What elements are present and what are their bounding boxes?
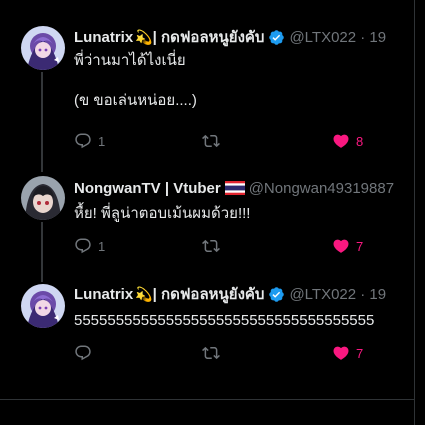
avatar[interactable] bbox=[21, 176, 65, 220]
verified-badge-icon bbox=[269, 29, 285, 45]
reply-count: 1 bbox=[98, 238, 106, 254]
display-name[interactable]: Lunatrix bbox=[74, 29, 133, 46]
display-name-suffix[interactable]: | กดฟอลหนูยังคับ bbox=[153, 25, 265, 49]
timeline-border bbox=[414, 0, 415, 425]
reply-button[interactable]: 1 bbox=[74, 132, 105, 150]
heart-icon bbox=[333, 346, 349, 360]
like-button[interactable]: 8 bbox=[332, 132, 363, 150]
tweet-text: 555555555555555555555555555555555555 bbox=[74, 312, 375, 329]
retweet-icon bbox=[202, 134, 220, 148]
reply-icon bbox=[75, 133, 91, 149]
like-button[interactable]: 7 bbox=[332, 237, 363, 255]
display-name[interactable]: NongwanTV | Vtuber bbox=[74, 180, 221, 197]
handle-and-time[interactable]: @LTX022 · 19 bbox=[289, 29, 386, 46]
like-button[interactable]: 7 bbox=[332, 344, 363, 362]
tweet-2[interactable]: NongwanTV | Vtuber @Nongwan49319887 หื้ย… bbox=[0, 176, 414, 276]
avatar[interactable] bbox=[21, 26, 65, 70]
heart-icon bbox=[333, 239, 349, 253]
action-bar: 1 8 bbox=[74, 132, 404, 152]
tweet-text: หื้ย! พี่ลูน่าตอบเม้นผมด้วย!!! bbox=[74, 205, 251, 222]
sparkle-emoji-icon: 💫 bbox=[135, 28, 153, 45]
reply-count: 1 bbox=[98, 133, 106, 149]
display-name-suffix[interactable]: | กดฟอลหนูยังคับ bbox=[153, 282, 265, 306]
display-name[interactable]: Lunatrix bbox=[74, 286, 133, 303]
avatar[interactable] bbox=[21, 284, 65, 328]
handle-and-time[interactable]: @LTX022 · 19 bbox=[289, 286, 386, 303]
retweet-button[interactable] bbox=[202, 344, 220, 362]
reply-button[interactable]: 1 bbox=[74, 237, 105, 255]
retweet-icon bbox=[202, 346, 220, 360]
tweet-1[interactable]: Lunatrix 💫 | กดฟอลหนูยังคับ @LTX022 · 19… bbox=[0, 25, 414, 165]
reply-button[interactable] bbox=[74, 344, 98, 362]
handle[interactable]: @Nongwan49319887 bbox=[249, 180, 394, 197]
like-count: 7 bbox=[356, 238, 364, 254]
sparkle-emoji-icon: 💫 bbox=[135, 285, 153, 302]
retweet-icon bbox=[202, 239, 220, 253]
reply-icon bbox=[75, 238, 91, 254]
verified-badge-icon bbox=[269, 286, 285, 302]
thailand-flag-icon bbox=[224, 181, 245, 195]
retweet-button[interactable] bbox=[202, 237, 220, 255]
like-count: 8 bbox=[356, 133, 364, 149]
action-bar: 1 7 bbox=[74, 237, 404, 257]
tweet-divider bbox=[0, 399, 414, 400]
tweet-3[interactable]: Lunatrix 💫 | กดฟอลหนูยังคับ @LTX022 · 19… bbox=[0, 284, 414, 384]
retweet-button[interactable] bbox=[202, 132, 220, 150]
tweet-text: พี่ว่านมาได้ไงเนี่ย (ข ขอเล่นหน่อย....) bbox=[74, 52, 197, 109]
heart-icon bbox=[333, 134, 349, 148]
reply-icon bbox=[75, 345, 91, 361]
action-bar: 7 bbox=[74, 344, 404, 364]
like-count: 7 bbox=[356, 345, 364, 361]
